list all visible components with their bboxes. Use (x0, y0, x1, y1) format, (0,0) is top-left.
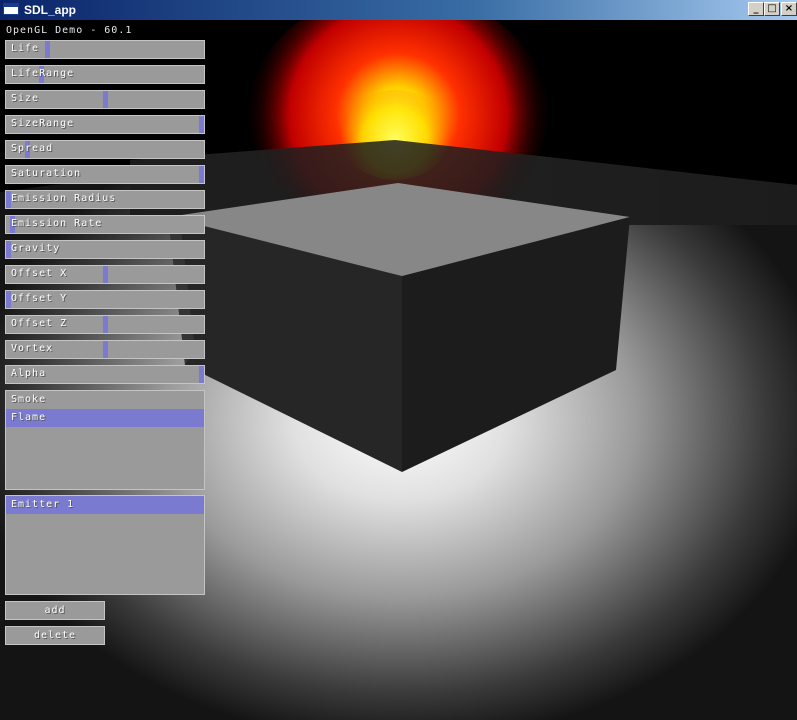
slider-label: Alpha (11, 368, 47, 379)
slider-label: Offset Y (11, 293, 68, 304)
slider-label: Vortex (11, 343, 54, 354)
slider-thumb[interactable] (45, 41, 50, 58)
window-title: SDL_app (24, 3, 77, 17)
slider-sizerange[interactable]: SizeRange (5, 115, 205, 134)
slider-vortex[interactable]: Vortex (5, 340, 205, 359)
window-app-icon (3, 3, 19, 15)
slider-label: Offset X (11, 268, 68, 279)
slider-label: Size (11, 93, 40, 104)
slider-label: Gravity (11, 243, 61, 254)
slider-saturation[interactable]: Saturation (5, 165, 205, 184)
slider-offset-z[interactable]: Offset Z (5, 315, 205, 334)
slider-label: Emission Radius (11, 193, 117, 204)
delete-button[interactable]: delete (5, 626, 105, 645)
slider-emission-radius[interactable]: Emission Radius (5, 190, 205, 209)
slider-life[interactable]: Life (5, 40, 205, 59)
slider-alpha[interactable]: Alpha (5, 365, 205, 384)
slider-size[interactable]: Size (5, 90, 205, 109)
slider-thumb[interactable] (103, 266, 108, 283)
sdl-window: SDL_app _ □ × OpenGL Demo - 60.1 Life Li… (0, 0, 797, 720)
title-bar[interactable]: SDL_app _ □ × (0, 0, 797, 20)
slider-thumb[interactable] (103, 91, 108, 108)
minimize-button[interactable]: _ (748, 2, 764, 16)
slider-label: Emission Rate (11, 218, 103, 229)
slider-label: SizeRange (11, 118, 75, 129)
list-item[interactable]: Emitter 1 (6, 496, 204, 514)
slider-gravity[interactable]: Gravity (5, 240, 205, 259)
slider-thumb[interactable] (199, 116, 204, 133)
slider-liferange[interactable]: LifeRange (5, 65, 205, 84)
slider-label: Life (11, 43, 40, 54)
list-item[interactable]: Smoke (6, 391, 204, 409)
effect-list[interactable]: Smoke Flame (5, 390, 205, 490)
close-button[interactable]: × (781, 2, 797, 16)
emitter-list[interactable]: Emitter 1 (5, 495, 205, 595)
slider-thumb[interactable] (199, 366, 204, 383)
slider-thumb[interactable] (103, 316, 108, 333)
maximize-button[interactable]: □ (764, 2, 780, 16)
slider-label: Saturation (11, 168, 82, 179)
slider-label: Spread (11, 143, 54, 154)
add-button[interactable]: add (5, 601, 105, 620)
slider-label: Offset Z (11, 318, 68, 329)
slider-thumb[interactable] (103, 341, 108, 358)
list-item[interactable]: Flame (6, 409, 204, 427)
slider-thumb[interactable] (199, 166, 204, 183)
slider-spread[interactable]: Spread (5, 140, 205, 159)
slider-label: LifeRange (11, 68, 75, 79)
slider-emission-rate[interactable]: Emission Rate (5, 215, 205, 234)
slider-offset-y[interactable]: Offset Y (5, 290, 205, 309)
slider-offset-x[interactable]: Offset X (5, 265, 205, 284)
fps-label: OpenGL Demo - 60.1 (6, 25, 133, 36)
